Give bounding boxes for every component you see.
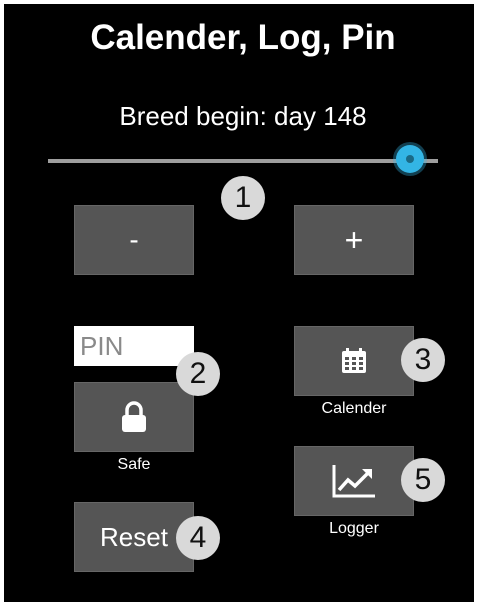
safe-label: Safe (117, 456, 151, 473)
logger-button[interactable] (294, 446, 414, 516)
calender-button[interactable] (294, 326, 414, 396)
callout-badge: 3 (401, 338, 445, 382)
callout-badge: 5 (401, 458, 445, 502)
logger-label: Logger (329, 520, 379, 537)
decrement-button[interactable]: - (74, 205, 194, 275)
page-title: Calender, Log, Pin (90, 18, 396, 57)
callout-badge: 4 (176, 516, 220, 560)
lock-icon (122, 401, 146, 432)
pin-input[interactable] (74, 326, 194, 366)
increment-button[interactable]: + (294, 205, 414, 275)
calender-label: Calender (321, 400, 387, 417)
callout-badge: 2 (176, 352, 220, 396)
safe-button[interactable] (74, 382, 194, 452)
day-slider-track[interactable] (48, 159, 438, 163)
day-slider-thumb[interactable] (396, 145, 424, 173)
callout-badge: 1 (221, 176, 265, 220)
slider-label: Breed begin: day 148 (119, 101, 367, 131)
chart-line-icon (332, 465, 375, 498)
calendar-icon (342, 348, 366, 373)
